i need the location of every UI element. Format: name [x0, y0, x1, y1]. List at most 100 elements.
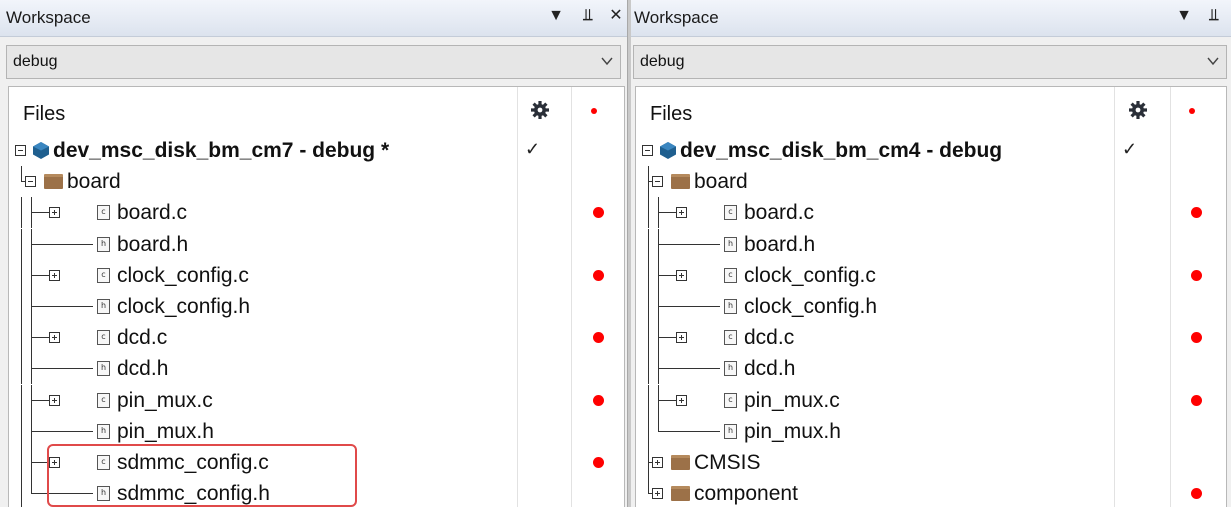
- gear-icon[interactable]: [1128, 100, 1148, 120]
- collapse-icon[interactable]: [642, 145, 653, 156]
- build-status-dot: [1191, 207, 1202, 219]
- tree-row[interactable]: c board.c: [9, 197, 624, 229]
- expand-icon[interactable]: [652, 488, 663, 500]
- expand-icon[interactable]: [49, 332, 60, 344]
- tree-connector-line: [31, 430, 93, 432]
- expand-icon[interactable]: [676, 207, 687, 219]
- tree-row[interactable]: h pin_mux.h: [9, 415, 624, 447]
- tree-item-label: dcd.h: [117, 357, 169, 381]
- files-column-header: Files: [23, 103, 66, 125]
- c-file-icon: c: [724, 205, 737, 221]
- tree-guide-line: [21, 291, 22, 322]
- expand-icon[interactable]: [49, 207, 60, 219]
- tree-guide-line: [21, 353, 22, 385]
- highlight-box: [47, 444, 357, 507]
- tree-item-label: dev_msc_disk_bm_cm7 - debug *: [53, 139, 390, 162]
- tree-connector-line: [658, 243, 720, 245]
- close-icon[interactable]: ✕: [608, 6, 624, 26]
- tree-row[interactable]: c clock_config.c: [9, 259, 624, 291]
- tree-item-label: dcd.h: [744, 357, 796, 381]
- tree-row[interactable]: c dcd.c: [636, 322, 1226, 354]
- c-file-icon: c: [724, 330, 737, 346]
- tree-connector-line: [658, 399, 676, 401]
- tree-row[interactable]: h pin_mux.h: [636, 415, 1226, 447]
- build-status-header-icon: [1189, 108, 1195, 114]
- header-file-icon: h: [97, 299, 110, 314]
- workspace-panel-cm4: Workspace ▼ ⫫ debug Files dev_msc_disk_b…: [631, 0, 1231, 507]
- tree-row[interactable]: board: [9, 166, 624, 197]
- tree-row[interactable]: h dcd.h: [9, 353, 624, 385]
- tree-row[interactable]: CMSIS: [636, 447, 1226, 478]
- tree-guide-line: [21, 166, 22, 182]
- tree-item-label: board.h: [117, 232, 189, 256]
- tree-connector-line: [31, 243, 93, 245]
- gear-icon[interactable]: [530, 100, 550, 120]
- tree-connector-line: [658, 212, 676, 214]
- tree-row[interactable]: h clock_config.h: [636, 291, 1226, 322]
- tree-row[interactable]: c pin_mux.c: [636, 384, 1226, 416]
- tree-item-label: board.c: [117, 201, 188, 225]
- tree-connector-line: [658, 306, 720, 307]
- tree-row[interactable]: c board.c: [636, 197, 1226, 229]
- tree-row[interactable]: board: [636, 166, 1226, 198]
- c-file-icon: c: [97, 392, 110, 408]
- tree-row[interactable]: h clock_config.h: [9, 291, 624, 322]
- expand-icon[interactable]: [49, 394, 60, 406]
- panel-menu-button[interactable]: ▼: [548, 6, 564, 26]
- tree-guide-line: [21, 447, 22, 478]
- tree-guide-line: [21, 197, 22, 229]
- tree-row[interactable]: h board.h: [9, 228, 624, 260]
- tree-item-label: dev_msc_disk_bm_cm4 - debug: [680, 139, 1003, 162]
- tree-row[interactable]: c dcd.c: [9, 322, 624, 354]
- build-status-dot: [593, 332, 604, 344]
- tree-row[interactable]: dev_msc_disk_bm_cm7 - debug * ✓: [9, 135, 624, 166]
- panel-title: Workspace: [6, 8, 91, 27]
- configuration-select[interactable]: debug: [6, 45, 621, 79]
- tree-row[interactable]: h board.h: [636, 228, 1226, 260]
- expand-icon[interactable]: [652, 457, 663, 468]
- build-status-header-icon: [591, 108, 597, 114]
- tree-item-label: CMSIS: [694, 451, 761, 474]
- tree-row[interactable]: dev_msc_disk_bm_cm4 - debug ✓: [636, 135, 1226, 166]
- tree-guide-line: [648, 478, 649, 494]
- configuration-value: debug: [640, 53, 685, 70]
- tree-connector-line: [31, 337, 49, 339]
- collapse-icon[interactable]: [652, 176, 663, 188]
- tree-guide-line: [658, 415, 659, 431]
- build-status-dot: [593, 394, 604, 406]
- header-file-icon: h: [97, 423, 110, 439]
- pin-icon[interactable]: ⫫: [1206, 6, 1222, 26]
- tree-item-label: component: [694, 482, 798, 506]
- tree-connector-line: [658, 337, 676, 339]
- panel-menu-button[interactable]: ▼: [1176, 6, 1192, 26]
- tree-row[interactable]: c pin_mux.c: [9, 384, 624, 416]
- tree-connector-line: [31, 306, 93, 307]
- tree-guide-line: [648, 415, 649, 447]
- build-status-dot: [1191, 269, 1202, 281]
- tree-item-label: board.h: [744, 232, 816, 256]
- collapse-icon[interactable]: [15, 145, 26, 156]
- tree-item-label: clock_config.h: [744, 295, 878, 318]
- tree-guide-line: [648, 353, 649, 385]
- build-status-dot: [593, 269, 604, 281]
- expand-icon[interactable]: [49, 269, 60, 281]
- tree-guide-line: [21, 228, 22, 260]
- workspace-panel-cm7: Workspace ▼ ⫫ ✕ debug Files dev_msc_disk…: [0, 0, 627, 507]
- pin-icon[interactable]: ⫫: [580, 6, 596, 26]
- tree-connector-line: [31, 212, 49, 214]
- c-file-icon: c: [97, 267, 110, 283]
- tree-guide-line: [21, 478, 22, 507]
- expand-icon[interactable]: [676, 269, 687, 281]
- tree-row[interactable]: h dcd.h: [636, 353, 1226, 385]
- tree-row[interactable]: component: [636, 478, 1226, 507]
- c-file-icon: c: [724, 392, 737, 408]
- tree-guide-line: [648, 197, 649, 229]
- panel-titlebar: Workspace ▼ ⫫ ✕: [0, 0, 627, 37]
- expand-icon[interactable]: [676, 332, 687, 344]
- configuration-select[interactable]: debug: [633, 45, 1227, 79]
- tree-row[interactable]: c clock_config.c: [636, 259, 1226, 291]
- expand-icon[interactable]: [676, 394, 687, 406]
- collapse-icon[interactable]: [25, 176, 36, 188]
- file-tree-header: Files: [9, 87, 624, 133]
- build-status-dot: [1191, 332, 1202, 344]
